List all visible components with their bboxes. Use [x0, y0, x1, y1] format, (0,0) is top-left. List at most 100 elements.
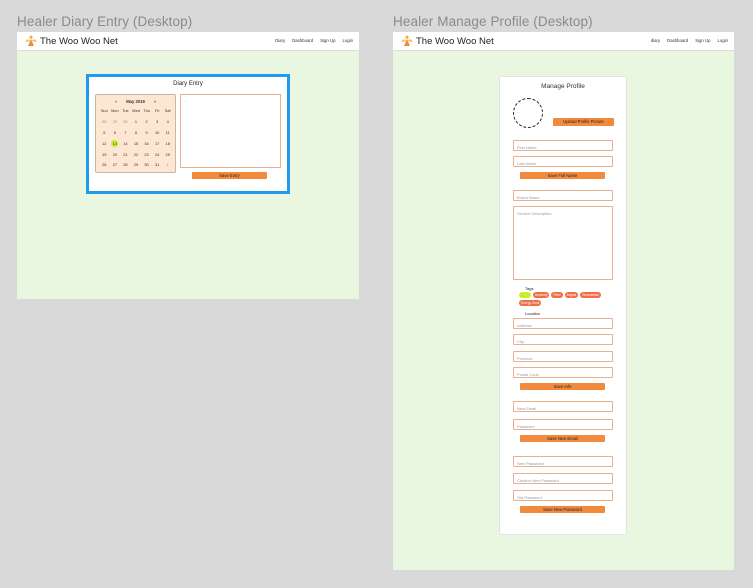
- new-password-input[interactable]: New Password: [513, 456, 613, 467]
- nav-link-dashboard[interactable]: Dashboard: [292, 38, 313, 43]
- diary-frame: The Woo Woo Net Diary Dashboard Sign Up …: [17, 32, 359, 299]
- nav-link-sign-up[interactable]: Sign Up: [320, 38, 335, 43]
- placeholder: Last Name: [517, 160, 537, 166]
- logo[interactable]: The Woo Woo Net: [25, 35, 118, 47]
- calendar-day[interactable]: 11: [162, 129, 173, 136]
- tag-chip[interactable]: Reiki: [551, 292, 563, 298]
- calendar-day[interactable]: 20: [110, 151, 121, 158]
- calendar-day[interactable]: 6: [110, 129, 121, 136]
- navbar: The Woo Woo Net Diary Dashboard Sign Up …: [17, 32, 359, 51]
- placeholder: First Name: [517, 144, 537, 150]
- save-new-password-button[interactable]: Save New Password: [520, 506, 605, 513]
- calendar-day[interactable]: 26: [99, 161, 110, 168]
- tag-chip[interactable]: Energy Work: [519, 300, 542, 306]
- calendar-day[interactable]: 21: [120, 151, 131, 158]
- logo[interactable]: The Woo Woo Net: [401, 35, 494, 47]
- calendar-day[interactable]: 29: [110, 118, 121, 125]
- manage-profile-card: Manage Profile Upload Profile Picture Fi…: [499, 76, 627, 535]
- tags-label: Tags: [525, 286, 534, 291]
- postal-code-input[interactable]: Postal Code: [513, 367, 613, 378]
- profile-frame-label: Healer Manage Profile (Desktop): [393, 14, 593, 29]
- avatar[interactable]: [513, 98, 543, 128]
- calendar-day-selected[interactable]: 13: [111, 139, 119, 147]
- service-description-textarea[interactable]: Service Description: [513, 206, 613, 280]
- diary-entry-textarea[interactable]: ...: [180, 94, 281, 168]
- calendar-day[interactable]: 18: [162, 140, 173, 147]
- location-label: Location: [525, 311, 541, 316]
- diary-entry-card: Diary Entry « May 2019 » Sun Mon Tue Wed Thu…: [86, 74, 290, 194]
- nav-link-dashboard[interactable]: Dashboard: [667, 38, 688, 43]
- last-name-input[interactable]: Last Name: [513, 156, 613, 167]
- nav-links: Diary Dashboard Sign Up Login: [275, 38, 353, 43]
- calendar-day[interactable]: 31: [152, 161, 163, 168]
- nav-link-sign-up[interactable]: Sign Up: [695, 38, 710, 43]
- calendar-day[interactable]: 10: [152, 129, 163, 136]
- weekday-header: Tue: [122, 108, 129, 113]
- diary-frame-label: Healer Diary Entry (Desktop): [17, 14, 193, 29]
- placeholder: City: [517, 338, 524, 344]
- calendar-day[interactable]: 1: [131, 118, 142, 125]
- address-input[interactable]: Address: [513, 318, 613, 329]
- calendar-day[interactable]: 30: [141, 161, 152, 168]
- calendar-day[interactable]: 5: [99, 129, 110, 136]
- calendar-day[interactable]: 7: [120, 129, 131, 136]
- upload-profile-picture-button[interactable]: Upload Profile Picture: [553, 118, 614, 126]
- calendar-day[interactable]: 17: [152, 140, 163, 147]
- calendar-day[interactable]: 25: [162, 151, 173, 158]
- prev-month-button[interactable]: «: [115, 99, 117, 104]
- calendar-day[interactable]: 19: [99, 151, 110, 158]
- placeholder: Address: [517, 322, 532, 328]
- save-info-button[interactable]: Save Info: [520, 383, 605, 390]
- tags-list: Ancestry Reiki Angels Shamanism Energy Work: [519, 292, 611, 306]
- calendar-day[interactable]: 28: [120, 161, 131, 168]
- tag-chip[interactable]: Angels: [564, 292, 579, 298]
- calendar-day[interactable]: 30: [120, 118, 131, 125]
- nav-link-diary[interactable]: diary: [651, 38, 660, 43]
- calendar-day[interactable]: 29: [131, 161, 142, 168]
- calendar-day[interactable]: 1: [162, 161, 173, 168]
- card-title: Diary Entry: [173, 81, 203, 87]
- next-month-button[interactable]: »: [154, 99, 156, 104]
- weekday-header: Sat: [164, 108, 171, 113]
- save-new-email-button[interactable]: Save New Email: [520, 435, 605, 442]
- city-input[interactable]: City: [513, 334, 613, 345]
- calendar-day[interactable]: 4: [162, 118, 173, 125]
- province-input[interactable]: Province: [513, 351, 613, 362]
- calendar-month-year: May 2019: [126, 99, 145, 104]
- placeholder: Confirm New Password: [517, 477, 559, 483]
- calendar-day[interactable]: 23: [141, 151, 152, 158]
- calendar-day[interactable]: 9: [141, 129, 152, 136]
- card-title: Manage Profile: [541, 83, 585, 90]
- tag-chip[interactable]: Shamanism: [580, 292, 602, 298]
- tag-chip[interactable]: Ancestry: [533, 292, 550, 298]
- calendar-day[interactable]: 22: [131, 151, 142, 158]
- save-full-name-button[interactable]: Save Full Name: [520, 172, 605, 179]
- password-input[interactable]: Password: [513, 419, 613, 430]
- first-name-input[interactable]: First Name: [513, 140, 613, 151]
- nav-link-diary[interactable]: Diary: [275, 38, 285, 43]
- calendar-day[interactable]: 2: [141, 118, 152, 125]
- new-email-input[interactable]: New Email: [513, 401, 613, 412]
- calendar-day[interactable]: 15: [131, 140, 142, 147]
- calendar-day[interactable]: 12: [99, 140, 110, 147]
- save-entry-button[interactable]: Save Entry: [192, 172, 267, 179]
- calendar-day[interactable]: 14: [120, 140, 131, 147]
- brand-name-input[interactable]: Brand Name: [513, 190, 613, 201]
- calendar-day[interactable]: 16: [141, 140, 152, 147]
- calendar-day[interactable]: 8: [131, 129, 142, 136]
- weekday-header: Wed: [132, 108, 140, 113]
- placeholder: Service Description: [517, 210, 552, 216]
- confirm-new-password-input[interactable]: Confirm New Password: [513, 473, 613, 484]
- nav-links: diary Dashboard Sign Up Login: [651, 38, 728, 43]
- calendar-day[interactable]: 24: [152, 151, 163, 158]
- calendar-day[interactable]: 27: [110, 161, 121, 168]
- calendar-day[interactable]: 3: [152, 118, 163, 125]
- old-password-input[interactable]: Old Password: [513, 490, 613, 501]
- nav-link-login[interactable]: Login: [342, 38, 353, 43]
- tag-chip[interactable]: [519, 292, 531, 298]
- calendar-day[interactable]: 28: [99, 118, 110, 125]
- placeholder: Postal Code: [517, 371, 539, 377]
- brand-name: The Woo Woo Net: [416, 35, 494, 47]
- nav-link-login[interactable]: Login: [717, 38, 728, 43]
- calendar-grid: Sun Mon Tue Wed Thu Fri Sat 28 29 30 1 2 3 4 5 6 7 8 9 10 11…: [99, 107, 173, 168]
